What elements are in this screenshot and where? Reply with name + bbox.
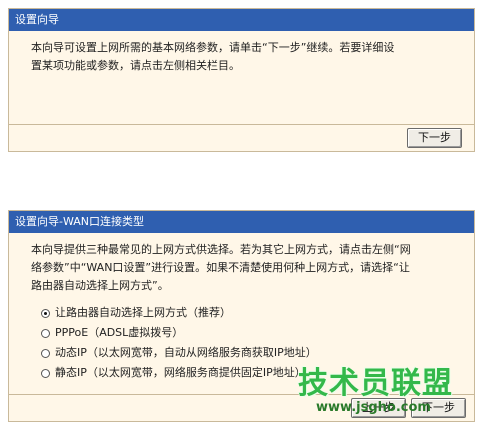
radio-button[interactable] [41,308,50,318]
option-label: PPPoE（ADSL虚拟拨号） [55,326,184,339]
radio-button[interactable] [41,328,50,338]
wan-option-static-ip[interactable]: 静态IP（以太网宽带，网络服务商提供固定IP地址） [41,363,464,383]
wan-type-options: 让路由器自动选择上网方式（推荐） PPPoE（ADSL虚拟拨号） 动态IP（以太… [31,303,464,383]
description-line: 置某项功能或参数，请点击左侧相关栏目。 [31,59,240,72]
description-line: 路由器自动选择上网方式”。 [31,279,169,292]
option-label: 让路由器自动选择上网方式（推荐） [55,306,231,319]
radio-button[interactable] [41,368,50,378]
wizard-title: 设置向导-WAN口连接类型 [9,211,474,233]
wizard-footer: 上一步 下一步 [9,394,474,421]
radio-button[interactable] [41,348,50,358]
description-line: 络参数”中“WAN口设置”进行设置。如果不清楚使用何种上网方式，请选择“让 [31,261,410,274]
wizard-panel-intro: 设置向导 本向导可设置上网所需的基本网络参数，请单击“下一步”继续。若要详细设 … [8,8,475,152]
wizard-panel-wan-type: 设置向导-WAN口连接类型 本向导提供三种最常见的上网方式供选择。若为其它上网方… [8,210,475,422]
wizard-description: 本向导提供三种最常见的上网方式供选择。若为其它上网方式，请点击左侧“网 络参数”… [9,233,474,383]
option-label: 动态IP（以太网宽带，自动从网络服务商获取IP地址） [55,346,317,359]
wizard-title: 设置向导 [9,9,474,31]
description-line: 本向导可设置上网所需的基本网络参数，请单击“下一步”继续。若要详细设 [31,41,395,54]
wan-option-pppoe[interactable]: PPPoE（ADSL虚拟拨号） [41,323,464,343]
description-line: 本向导提供三种最常见的上网方式供选择。若为其它上网方式，请点击左侧“网 [31,243,411,256]
prev-button[interactable]: 上一步 [351,398,406,418]
next-button[interactable]: 下一步 [411,398,466,418]
next-button[interactable]: 下一步 [407,128,462,148]
option-label: 静态IP（以太网宽带，网络服务商提供固定IP地址） [55,366,306,379]
wan-option-dynamic-ip[interactable]: 动态IP（以太网宽带，自动从网络服务商获取IP地址） [41,343,464,363]
wan-option-auto[interactable]: 让路由器自动选择上网方式（推荐） [41,303,464,323]
wizard-footer: 下一步 [9,124,474,151]
wizard-description: 本向导可设置上网所需的基本网络参数，请单击“下一步”继续。若要详细设 置某项功能… [9,31,474,75]
